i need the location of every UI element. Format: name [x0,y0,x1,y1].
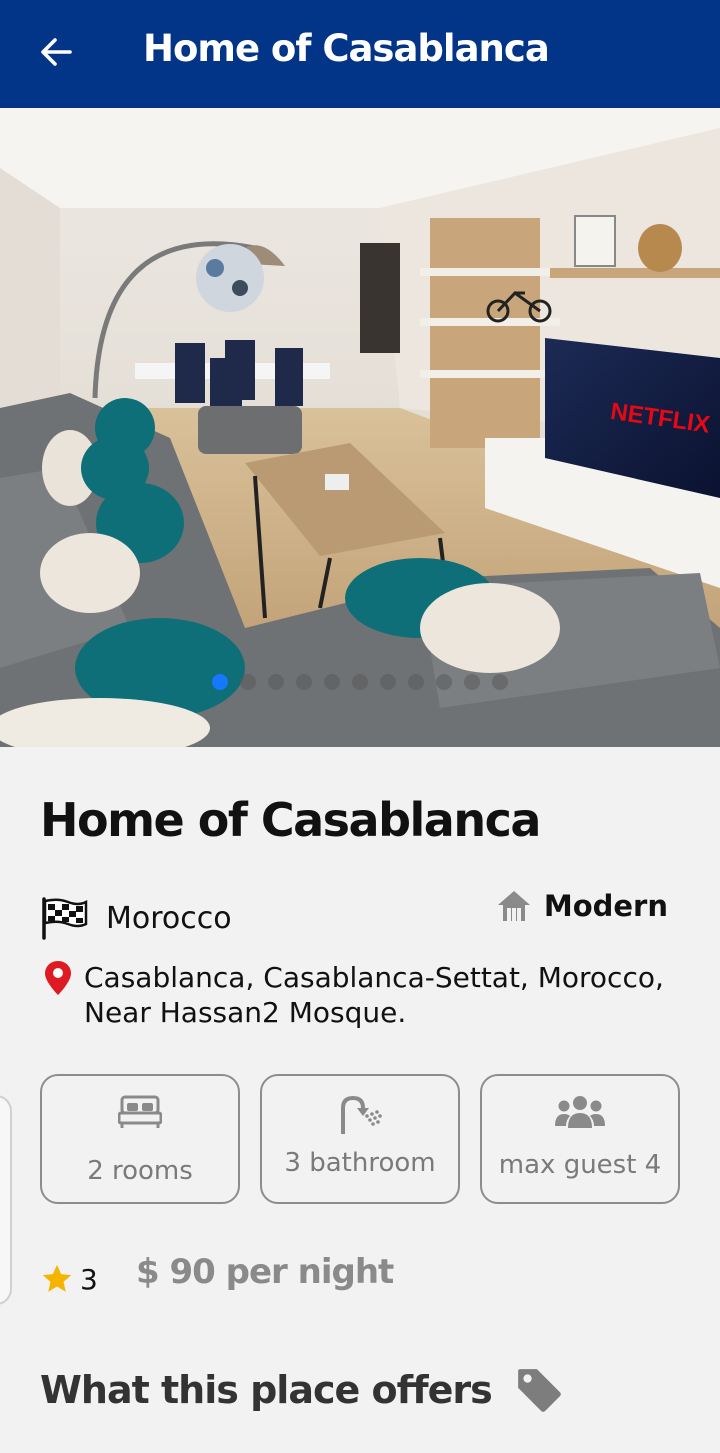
listing-title: Home of Casablanca [40,793,541,847]
carousel-dot[interactable] [380,674,396,690]
country-row: Morocco [40,896,232,940]
carousel-dot[interactable] [352,674,368,690]
property-type-row: Modern [496,889,668,923]
side-card-edge[interactable] [0,1095,12,1305]
carousel-dot[interactable] [408,674,424,690]
carousel-indicator [212,674,508,690]
rooms-feature-card: 2 rooms [40,1074,240,1204]
house-icon [497,891,530,921]
offers-heading: What this place offers [40,1368,493,1412]
carousel-dot[interactable] [492,674,508,690]
rating-row: 3 [40,1262,98,1296]
bathroom-feature-card: 3 bathroom [260,1074,460,1204]
property-type-label: Modern [543,889,668,923]
carousel-dot[interactable] [268,674,284,690]
price-per-night: $ 90 per night [136,1252,394,1292]
address-row: Casablanca, Casablanca-Settat, Morocco, … [44,960,684,1030]
guests-feature-card: max guest 4 [480,1074,680,1204]
location-pin-icon [45,961,71,995]
guests-label: max guest 4 [498,1150,662,1180]
country-label: Morocco [106,900,232,936]
listing-photo: NETFLIX [0,108,720,747]
carousel-dot[interactable] [240,674,256,690]
carousel-dot[interactable] [436,674,452,690]
back-button[interactable] [36,30,76,74]
app-bar-title: Home of Casablanca [143,27,550,70]
rating-value: 3 [80,1262,98,1296]
back-arrow-icon [41,38,72,66]
tag-icon [517,1369,561,1412]
address-text: Casablanca, Casablanca-Settat, Morocco, … [84,961,664,1029]
offers-section-header: What this place offers [40,1365,564,1415]
group-icon [555,1096,605,1128]
carousel-dot[interactable] [296,674,312,690]
star-icon [42,1264,72,1292]
bathroom-label: 3 bathroom [284,1148,436,1178]
flag-icon [42,897,88,940]
carousel-dot[interactable] [464,674,480,690]
carousel-dot-active[interactable] [212,674,228,690]
carousel-dot[interactable] [324,674,340,690]
rooms-label: 2 rooms [87,1156,193,1186]
photo-carousel[interactable]: NETFLIX [0,108,720,747]
app-bar: Home of Casablanca [0,0,720,108]
shower-icon [341,1095,382,1134]
bed-icon [118,1095,162,1128]
